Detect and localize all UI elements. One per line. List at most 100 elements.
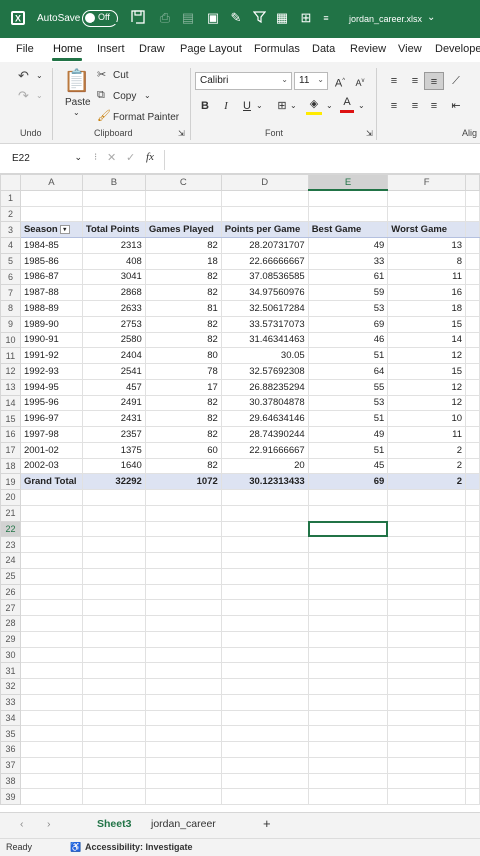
cell[interactable]	[144, 536, 222, 553]
cell[interactable]	[81, 646, 146, 664]
fill-color-icon[interactable]: ◈	[306, 97, 322, 115]
cell[interactable]	[19, 599, 83, 616]
cell[interactable]	[81, 504, 146, 522]
cell[interactable]: 30.05	[220, 347, 309, 364]
cell[interactable]	[81, 772, 146, 790]
cell[interactable]	[144, 646, 222, 664]
cell[interactable]	[465, 772, 480, 790]
row-header[interactable]: 12	[0, 363, 21, 380]
cell[interactable]	[144, 662, 222, 679]
cell[interactable]: 2633	[81, 300, 146, 317]
name-box[interactable]: E22 ⌄	[8, 151, 84, 169]
row-header[interactable]: 6	[0, 268, 21, 286]
cell[interactable]	[81, 599, 146, 616]
row-header[interactable]: 16	[0, 426, 21, 443]
row-header[interactable]: 10	[0, 331, 21, 349]
cell[interactable]: 82	[144, 268, 222, 286]
cell[interactable]	[387, 646, 467, 664]
cancel-icon[interactable]: ✕	[107, 151, 116, 164]
row-header[interactable]: 35	[0, 725, 21, 742]
cell[interactable]	[465, 520, 480, 538]
tab-review[interactable]: Review	[350, 43, 386, 55]
cell[interactable]: 2002-03	[19, 457, 83, 475]
cell[interactable]	[19, 615, 83, 632]
cell[interactable]	[465, 693, 480, 711]
cell[interactable]	[220, 189, 309, 207]
cell[interactable]	[19, 693, 83, 711]
cell[interactable]	[307, 552, 389, 569]
cell[interactable]	[465, 615, 480, 632]
cell[interactable]	[465, 741, 480, 758]
sheet-icon[interactable]: ▦	[274, 10, 290, 26]
cell[interactable]: 16	[387, 284, 467, 301]
cell[interactable]	[465, 599, 480, 616]
undo-dropdown-icon[interactable]: ⌄	[36, 71, 43, 80]
cut-icon[interactable]: ✂	[97, 68, 106, 81]
cell[interactable]	[220, 725, 309, 742]
cell[interactable]	[220, 536, 309, 553]
cell[interactable]	[19, 709, 83, 727]
cell[interactable]	[81, 693, 146, 711]
cell[interactable]: 82	[144, 315, 222, 333]
row-header[interactable]: 25	[0, 567, 21, 585]
cell[interactable]: 81	[144, 300, 222, 317]
cell[interactable]: 1992-93	[19, 363, 83, 380]
cell[interactable]	[81, 709, 146, 727]
borders-dropdown-icon[interactable]: ⌄	[290, 101, 297, 110]
cell[interactable]	[465, 378, 480, 396]
cell[interactable]: 33	[307, 252, 389, 270]
grid-icon[interactable]: ⊞	[298, 10, 314, 26]
row-header[interactable]: 30	[0, 646, 21, 664]
row-header[interactable]: 20	[0, 489, 21, 506]
cell[interactable]	[307, 489, 389, 506]
cell[interactable]	[81, 583, 146, 601]
cell[interactable]: 82	[144, 237, 222, 254]
cell[interactable]	[81, 756, 146, 774]
row-header[interactable]: 9	[0, 315, 21, 333]
cell[interactable]: 11	[387, 268, 467, 286]
cell[interactable]: 28.74390244	[220, 426, 309, 443]
row-header[interactable]: 1	[0, 189, 21, 207]
cell[interactable]: 2	[387, 473, 467, 490]
cell[interactable]	[144, 583, 222, 601]
cell[interactable]: 15	[387, 363, 467, 380]
cell[interactable]	[144, 205, 222, 223]
cell[interactable]	[19, 504, 83, 522]
cell[interactable]: 32292	[81, 473, 146, 490]
table-header-cell[interactable]: Games Played	[144, 221, 222, 238]
cell[interactable]	[307, 615, 389, 632]
cell[interactable]	[307, 646, 389, 664]
tab-home[interactable]: Home	[53, 43, 82, 55]
cell[interactable]	[19, 567, 83, 585]
cell[interactable]: 12	[387, 378, 467, 396]
cell[interactable]	[387, 725, 467, 742]
cell[interactable]: 60	[144, 441, 222, 459]
cell[interactable]	[465, 426, 480, 443]
cell[interactable]	[220, 709, 309, 727]
cell[interactable]: 1986-87	[19, 268, 83, 286]
paste-dropdown-icon[interactable]: ⌄	[73, 108, 80, 117]
cell[interactable]: 2357	[81, 426, 146, 443]
cell[interactable]	[220, 788, 309, 805]
cell[interactable]	[387, 504, 467, 522]
row-header[interactable]: 27	[0, 599, 21, 616]
cell[interactable]	[19, 741, 83, 758]
cell[interactable]: 82	[144, 284, 222, 301]
cell[interactable]	[307, 599, 389, 616]
fill-color-dropdown-icon[interactable]: ⌄	[326, 101, 333, 110]
cell[interactable]: 33.57317073	[220, 315, 309, 333]
cell[interactable]	[144, 709, 222, 727]
cell[interactable]: 51	[307, 441, 389, 459]
cell[interactable]	[307, 741, 389, 758]
cell[interactable]	[465, 489, 480, 506]
cell[interactable]	[81, 205, 146, 223]
row-header[interactable]: 3	[0, 221, 21, 238]
paste-label[interactable]: Paste	[65, 97, 91, 108]
table-header-cell[interactable]: Season ▾	[19, 221, 83, 238]
clipboard-launcher-icon[interactable]: ⇲	[178, 129, 185, 138]
cell[interactable]	[465, 583, 480, 601]
row-header[interactable]: 5	[0, 252, 21, 270]
align-middle-icon[interactable]: ≡	[405, 72, 425, 90]
cell[interactable]: 2001-02	[19, 441, 83, 459]
cell[interactable]	[307, 756, 389, 774]
